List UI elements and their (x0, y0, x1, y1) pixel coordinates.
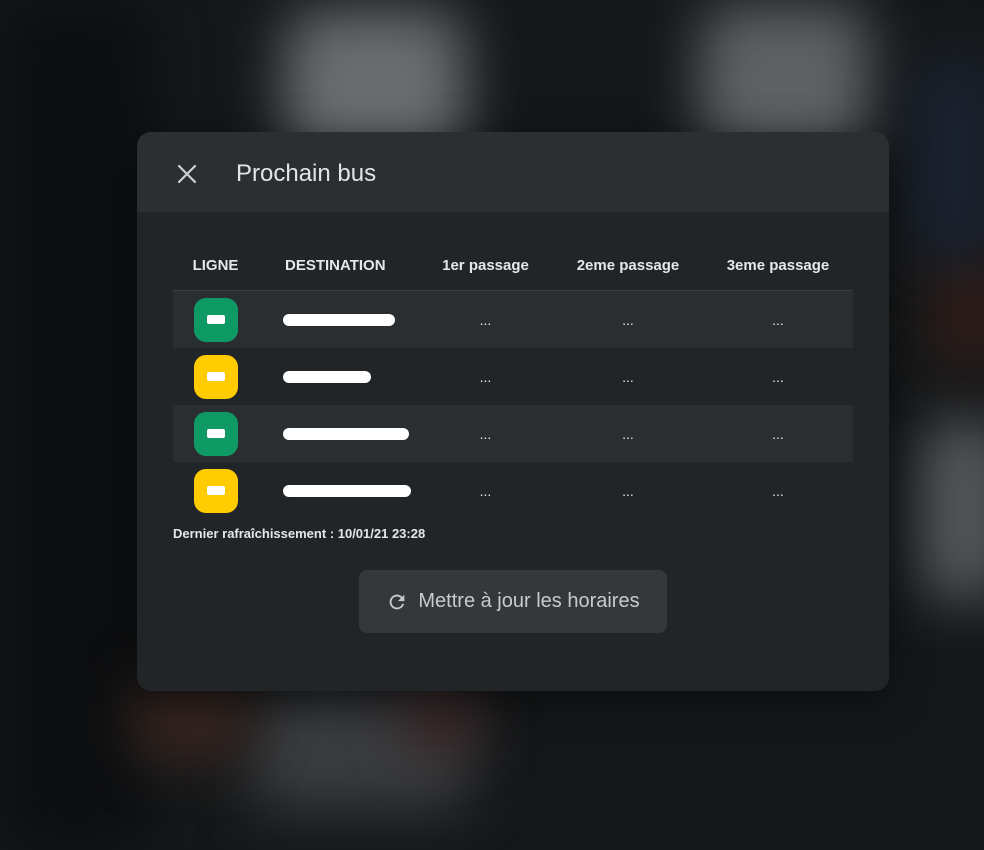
line-cell (173, 468, 258, 513)
second-pass-cell: ... (622, 311, 634, 328)
redaction-scribble (283, 427, 409, 440)
refresh-icon (390, 594, 405, 609)
update-button-label: Mettre à jour les horaires (418, 590, 640, 612)
header-second-pass: 2eme passage (576, 256, 680, 274)
third-pass-cell: ... (772, 311, 784, 328)
redaction-scribble (283, 313, 395, 326)
line-badge (194, 468, 238, 513)
line-cell (173, 297, 258, 342)
table-row: EUROTELEPORT ... ... ... (173, 405, 853, 462)
header-line: LIGNE (192, 256, 239, 274)
close-button[interactable] (173, 160, 201, 188)
line-cell (173, 411, 258, 456)
third-pass-cell: ... (772, 425, 784, 442)
second-pass-cell: ... (622, 425, 634, 442)
table-row: HOTEL DE VILLE ... ... ... (173, 462, 853, 519)
update-schedule-button[interactable]: Mettre à jour les horaires (359, 570, 667, 633)
second-pass-cell: ... (622, 482, 634, 499)
line-cell (173, 354, 258, 399)
first-pass-cell: ... (479, 368, 492, 385)
redacted-line-number (207, 372, 225, 381)
bus-schedule-table: LIGNE DESTINATION 1er passage 2eme passa… (173, 240, 853, 519)
line-badge (194, 297, 238, 342)
second-pass-cell: ... (622, 368, 634, 385)
destination-cell: HOTEL DE VILLE (258, 481, 418, 501)
table-header: LIGNE DESTINATION 1er passage 2eme passa… (173, 240, 853, 291)
first-pass-cell: ... (479, 482, 492, 499)
dialog-header: Prochain bus (137, 132, 889, 212)
first-pass-cell: ... (479, 311, 492, 328)
destination-cell: DEPOT DE BUS (258, 310, 418, 330)
redaction-scribble (283, 370, 371, 383)
redacted-line-number (207, 315, 225, 324)
dialog-title: Prochain bus (236, 160, 377, 187)
destination-cell: LILLE FIVES (258, 367, 418, 387)
destination-cell: EUROTELEPORT (258, 424, 418, 444)
redaction-scribble (283, 484, 411, 497)
redacted-line-number (207, 486, 225, 495)
line-badge (194, 354, 238, 399)
table-row: DEPOT DE BUS ... ... ... (173, 291, 853, 348)
third-pass-cell: ... (772, 482, 784, 499)
last-refresh-label: Dernier rafraîchissement : 10/01/21 23:2… (173, 526, 426, 541)
line-badge (194, 411, 238, 456)
close-icon (177, 164, 197, 184)
third-pass-cell: ... (772, 368, 784, 385)
table-row: LILLE FIVES ... ... ... (173, 348, 853, 405)
next-bus-dialog: Prochain bus LIGNE DESTINATION 1er passa… (137, 132, 889, 691)
first-pass-cell: ... (479, 425, 492, 442)
redacted-line-number (207, 429, 225, 438)
header-third-pass: 3eme passage (726, 256, 830, 274)
header-first-pass: 1er passage (442, 256, 529, 274)
header-destination: DESTINATION (285, 256, 386, 274)
